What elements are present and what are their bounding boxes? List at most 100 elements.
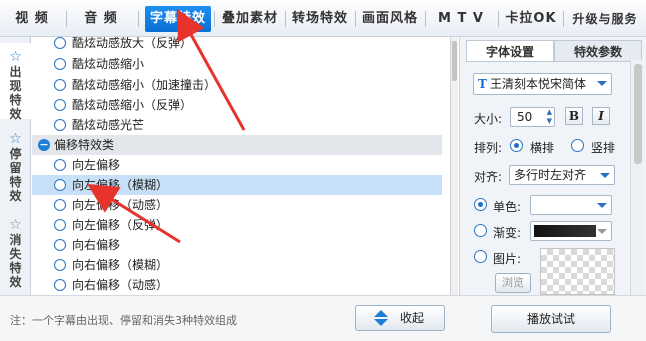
list-item[interactable]: 酷炫动感放大（反弹） [32, 37, 442, 53]
effect-phase-tabs: ☆ 出现特效 ☆ 停留特效 ☆ 消失特效 [0, 37, 31, 295]
effects-list: 酷炫动感放大（反弹） 酷炫动感缩小 酷炫动感缩小（加速撞击） 酷炫动感缩小（反弹… [32, 37, 450, 295]
radio-button[interactable] [54, 159, 66, 171]
font-dropdown[interactable]: T 王清刻本悦宋简体 [473, 73, 612, 95]
tab-font-settings[interactable]: 字体设置 [466, 40, 554, 62]
list-item[interactable]: 酷炫动感缩小 [32, 54, 442, 74]
radio-button[interactable] [54, 79, 66, 91]
tab-label: 停留特效 [9, 147, 22, 203]
list-item-label: 向右偏移（模糊） [72, 258, 169, 272]
radio-button[interactable] [54, 99, 66, 111]
list-item-label: 酷炫动感缩小 [72, 57, 145, 71]
layout-vertical-radio[interactable] [571, 139, 584, 152]
tab-transition-effects[interactable]: 转场特效 [288, 6, 352, 32]
list-item-label: 向右偏移 [72, 238, 121, 252]
radio-button[interactable] [54, 199, 66, 211]
star-icon: ☆ [9, 217, 22, 233]
tab-label: 出现特效 [9, 65, 22, 121]
tab-disappear-effects[interactable]: ☆ 消失特效 [0, 213, 31, 293]
list-item[interactable]: 向左偏移（动感） [32, 195, 442, 215]
align-value: 多行时左对齐 [514, 168, 587, 182]
solid-color-radio[interactable] [474, 198, 487, 211]
align-dropdown[interactable]: 多行时左对齐 [509, 165, 615, 185]
list-item[interactable]: 向左偏移 [32, 155, 442, 175]
italic-button[interactable]: I [592, 107, 610, 125]
bold-button[interactable]: B [565, 107, 583, 125]
radio-button[interactable] [54, 219, 66, 231]
list-item[interactable]: 向右偏移（模糊） [32, 255, 442, 275]
list-item[interactable]: 酷炫动感缩小（反弹） [32, 95, 442, 115]
collapse-icon [374, 310, 388, 326]
radio-button[interactable] [54, 259, 66, 271]
layout-vertical-label: 竖排 [591, 141, 616, 155]
chevron-down-icon [597, 81, 607, 86]
tab-divider [563, 11, 564, 27]
tab-stay-effects[interactable]: ☆ 停留特效 [0, 127, 31, 207]
collapse-button[interactable]: 收起 [355, 305, 445, 331]
top-tab-bar: 视 频 音 频 字幕特效 叠加素材 转场特效 画面风格 M T V 卡拉OK 升… [0, 0, 646, 37]
gradient-swatch [534, 225, 596, 237]
tab-label: 消失特效 [9, 233, 22, 289]
tab-divider [138, 11, 139, 27]
scrollbar-thumb[interactable] [452, 41, 457, 81]
group-label: 偏移特效类 [54, 138, 115, 152]
hint-note: 注：一个字幕由出现、停留和消失3种特效组成 [10, 314, 237, 327]
browse-button[interactable]: 浏览 [495, 273, 531, 293]
gradient-picker[interactable] [530, 221, 612, 241]
radio-button[interactable] [54, 58, 66, 70]
preview-button[interactable]: 播放试试 [491, 305, 611, 333]
radio-button[interactable] [54, 179, 66, 191]
list-item[interactable]: 向右偏移 [32, 235, 442, 255]
star-icon: ☆ [9, 49, 22, 65]
image-preview [540, 248, 615, 295]
collapse-label: 收起 [400, 311, 425, 325]
image-radio[interactable] [474, 250, 487, 263]
list-item[interactable]: 酷炫动感缩小（加速撞击） [32, 75, 442, 95]
layout-horizontal-radio[interactable] [510, 139, 523, 152]
tab-divider [498, 11, 499, 27]
tab-picture-style[interactable]: 画面风格 [358, 6, 422, 32]
tab-karaoke[interactable]: 卡拉OK [502, 6, 560, 32]
tab-divider [66, 11, 67, 27]
tab-mtv[interactable]: M T V [430, 6, 492, 32]
settings-scrollbar[interactable] [630, 60, 644, 295]
spinner-arrows-icon[interactable]: ▲ ▼ [547, 108, 552, 126]
tab-video[interactable]: 视 频 [6, 6, 58, 32]
scrollbar-thumb[interactable] [634, 64, 642, 164]
tab-divider [285, 11, 286, 27]
radio-button[interactable] [54, 37, 66, 49]
size-value: 50 [517, 110, 533, 124]
settings-tabs: 字体设置 特效参数 [460, 40, 646, 62]
radio-button[interactable] [54, 239, 66, 251]
size-spinner[interactable]: 50 ▲ ▼ [510, 107, 555, 127]
tab-upgrade-service[interactable]: 升级与服务 [566, 6, 644, 32]
gradient-radio[interactable] [474, 224, 487, 237]
radio-button[interactable] [54, 119, 66, 131]
list-item[interactable]: 向右偏移（动感） [32, 275, 442, 295]
list-item-label: 酷炫动感缩小（反弹） [72, 98, 193, 112]
tab-effect-params[interactable]: 特效参数 [554, 40, 642, 62]
list-scrollbar[interactable] [450, 37, 458, 295]
tab-divider [425, 11, 426, 27]
list-item-label: 向左偏移（反弹） [72, 218, 169, 232]
list-item-label: 向左偏移（模糊） [72, 178, 169, 192]
list-group-header[interactable]: − 偏移特效类 [32, 135, 442, 155]
tab-subtitle-effects[interactable]: 字幕特效 [145, 6, 211, 32]
list-item-selected[interactable]: 向左偏移（模糊） [32, 175, 442, 195]
image-label: 图片: [493, 252, 522, 266]
list-item-label: 酷炫动感缩小（加速撞击） [72, 78, 217, 92]
list-item-label: 向左偏移 [72, 158, 121, 172]
solid-color-picker[interactable] [530, 195, 612, 215]
gradient-label: 渐变: [493, 226, 522, 240]
collapse-group-icon[interactable]: − [38, 139, 50, 151]
chevron-down-icon [597, 203, 607, 208]
tab-overlay-material[interactable]: 叠加素材 [218, 6, 282, 32]
list-item[interactable]: 向左偏移（反弹） [32, 215, 442, 235]
layout-label: 排列: [474, 141, 503, 155]
layout-horizontal-label: 横排 [530, 141, 555, 155]
solid-color-label: 单色: [493, 200, 522, 214]
font-value: 王清刻本悦宋简体 [490, 77, 587, 91]
tab-audio[interactable]: 音 频 [74, 6, 128, 32]
radio-button[interactable] [54, 279, 66, 291]
tab-appear-effects[interactable]: ☆ 出现特效 [0, 43, 31, 121]
list-item[interactable]: 酷炫动感光芒 [32, 115, 442, 135]
